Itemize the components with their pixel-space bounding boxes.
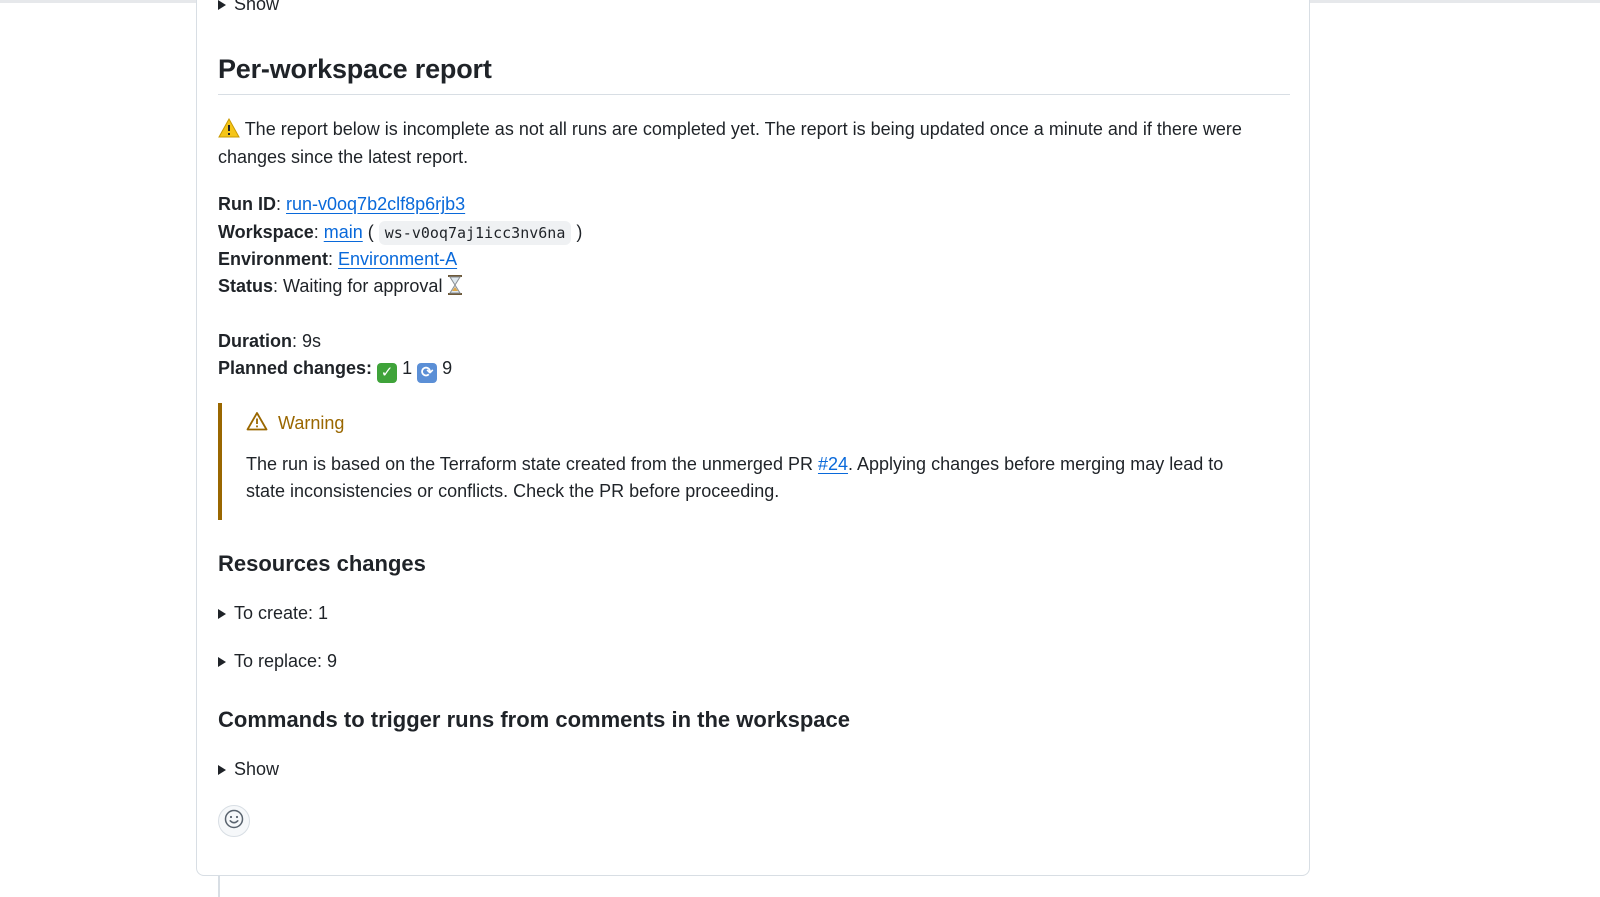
top-details-summary[interactable]: Show (218, 0, 279, 15)
refresh-icon: ⟳ (417, 363, 438, 383)
add-reaction-button[interactable] (218, 805, 250, 837)
commands-show-label: Show (234, 759, 280, 779)
top-details-label: Show (234, 0, 280, 14)
alert-triangle-icon (246, 411, 268, 436)
workspace-id-code: ws-v0oq7aj1icc3nv6na (378, 221, 572, 245)
run-id-row: Run ID: run-v0oq7b2clf8p6rjb3 (218, 194, 466, 214)
check-mark-icon: ✓ (377, 363, 398, 383)
workspace-row: Workspace: main ( ws-v0oq7aj1icc3nv6na ) (218, 218, 582, 247)
incomplete-notice: The report below is incomplete as not al… (218, 115, 1290, 171)
planned-replace-count: 9 (442, 358, 453, 378)
status-row: Status: Waiting for approval (218, 272, 463, 300)
duration-value: 9s (302, 331, 322, 351)
run-id-label: Run ID (218, 194, 276, 214)
duration-label: Duration (218, 331, 292, 351)
expand-triangle-icon (218, 656, 226, 667)
to-create-label: To create: 1 (234, 603, 329, 623)
warning-text: The run is based on the Terraform state … (246, 451, 1236, 505)
workspace-link[interactable]: main (324, 222, 363, 242)
planned-create-count: 1 (402, 358, 413, 378)
warning-callout: Warning The run is based on the Terrafor… (218, 403, 1290, 520)
status-label: Status (218, 276, 274, 296)
expand-triangle-icon (218, 764, 226, 775)
status-value: Waiting for approval (283, 276, 443, 296)
to-replace-label: To replace: 9 (234, 651, 338, 671)
environment-link[interactable]: Environment-A (338, 249, 457, 269)
pr-link[interactable]: #24 (818, 454, 848, 474)
warning-emoji-icon (218, 117, 240, 139)
warning-title: Warning (278, 413, 345, 433)
smiley-icon (224, 809, 244, 834)
expand-triangle-icon (218, 608, 226, 619)
warning-text-before: The run is based on the Terraform state … (246, 454, 818, 474)
warning-callout-title: Warning (246, 411, 1290, 436)
commands-heading: Commands to trigger runs from comments i… (218, 707, 851, 732)
expand-triangle-icon (218, 0, 226, 10)
workspace-label: Workspace (218, 222, 314, 242)
hourglass-icon (447, 275, 463, 296)
run-id-link[interactable]: run-v0oq7b2clf8p6rjb3 (286, 194, 465, 214)
page-title: Per-workspace report (218, 54, 492, 84)
timeline-thread-line (218, 876, 220, 897)
commands-show-summary[interactable]: Show (218, 759, 279, 780)
planned-changes-label: Planned changes: (218, 358, 373, 378)
to-replace-summary[interactable]: To replace: 9 (218, 651, 337, 672)
title-divider (218, 94, 1290, 95)
environment-row: Environment: Environment-A (218, 249, 458, 269)
planned-changes-row: Planned changes: ✓ 1 ⟳ 9 (218, 354, 452, 383)
resources-heading: Resources changes (218, 551, 426, 576)
environment-label: Environment (218, 249, 329, 269)
duration-row: Duration: 9s (218, 331, 322, 351)
incomplete-notice-text: The report below is incomplete as not al… (218, 119, 1242, 167)
to-create-summary[interactable]: To create: 1 (218, 603, 328, 624)
